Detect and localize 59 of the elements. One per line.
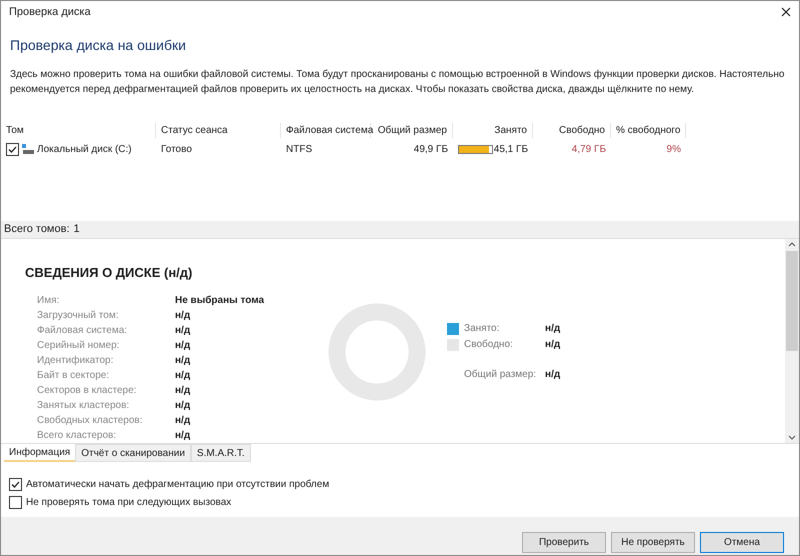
column-header[interactable]: Файловая система — [281, 122, 371, 138]
field-label: Имя: — [37, 294, 60, 308]
field-value: н/д — [175, 398, 190, 412]
status-label: Всего томов: — [4, 222, 70, 238]
field-value: Не выбраны тома — [175, 294, 264, 308]
field-value: н/д — [175, 384, 190, 398]
legend-label: Свободно: — [464, 338, 514, 352]
scrollbar[interactable] — [785, 239, 799, 443]
table-cell-text: 4,79 ГБ — [570, 142, 607, 156]
tab[interactable]: Отчёт о сканировании — [75, 444, 191, 462]
checkbox[interactable] — [9, 478, 22, 491]
scroll-thumb[interactable] — [786, 251, 798, 351]
column-header[interactable]: Том — [1, 122, 156, 138]
field-value: н/д — [175, 308, 190, 322]
column-header[interactable]: Занято — [453, 122, 533, 138]
field-label: Свободных кластеров: — [37, 414, 144, 428]
field-label: Серийный номер: — [37, 338, 120, 352]
field-value: н/д — [175, 428, 190, 442]
legend-value: н/д — [545, 322, 560, 336]
field-label: Секторов в кластере: — [37, 384, 138, 398]
legend-label: Общий размер: — [464, 368, 538, 382]
dialog-button[interactable]: Не проверять — [611, 532, 695, 552]
legend-value: н/д — [545, 338, 560, 352]
column-header[interactable]: % свободного — [611, 122, 686, 138]
details-title: СВЕДЕНИЯ О ДИСКЕ (н/д) — [25, 264, 194, 282]
checkbox[interactable] — [6, 142, 19, 156]
table-cell-text: 49,9 ГБ — [412, 142, 449, 156]
drive-icon — [22, 144, 34, 154]
field-value: н/д — [175, 338, 190, 352]
page-heading: Проверка диска на ошибки — [10, 36, 187, 55]
field-label: Байт в секторе: — [37, 368, 110, 382]
column-header[interactable]: Свободно — [533, 122, 611, 138]
table-cell-text: 9% — [666, 142, 682, 156]
field-value: н/д — [175, 324, 190, 338]
legend-value: н/д — [545, 368, 560, 382]
field-label: Занятых кластеров: — [37, 398, 130, 412]
close-icon[interactable] — [781, 7, 791, 17]
column-header[interactable]: Статус сеанса — [156, 122, 281, 138]
table-cell-text: Локальный диск (C:) — [37, 142, 132, 156]
tab[interactable]: S.M.A.R.T. — [190, 444, 251, 462]
option-label: Автоматически начать дефрагментацию при отсутствии проблем — [26, 478, 330, 492]
field-label: Загрузочный том: — [37, 308, 120, 322]
field-label: Всего кластеров: — [37, 428, 118, 442]
option-label: Не проверять тома при следующих вызовах — [26, 496, 232, 510]
dialog-button[interactable]: Отмена — [700, 532, 784, 552]
field-label: Идентификатор: — [37, 354, 114, 368]
checkbox[interactable] — [9, 496, 22, 509]
field-value: н/д — [175, 354, 190, 368]
dialog-button[interactable]: Проверить — [522, 532, 606, 552]
table-cell-text: 45,1 ГБ — [494, 142, 528, 156]
field-value: н/д — [175, 414, 190, 428]
table-cell-text: Готово — [160, 142, 193, 156]
description: Здесь можно проверить тома на ошибки файловой системы. Тома будут просканированы с помощью встроенной в Windows функции проверки дисков. Настоятельно рекомендуется перед дефрагментацией файлов проверить их целостность на дисках. Чтобы показать свойства диска, дважды щёлкните по нему. — [10, 68, 786, 97]
status-value: 1 — [74, 222, 80, 238]
field-label: Файловая система: — [37, 324, 128, 338]
legend-label: Занято: — [464, 322, 500, 336]
table-cell-text: NTFS — [285, 142, 314, 156]
field-value: н/д — [175, 368, 190, 382]
window-title: Проверка диска — [9, 4, 91, 20]
